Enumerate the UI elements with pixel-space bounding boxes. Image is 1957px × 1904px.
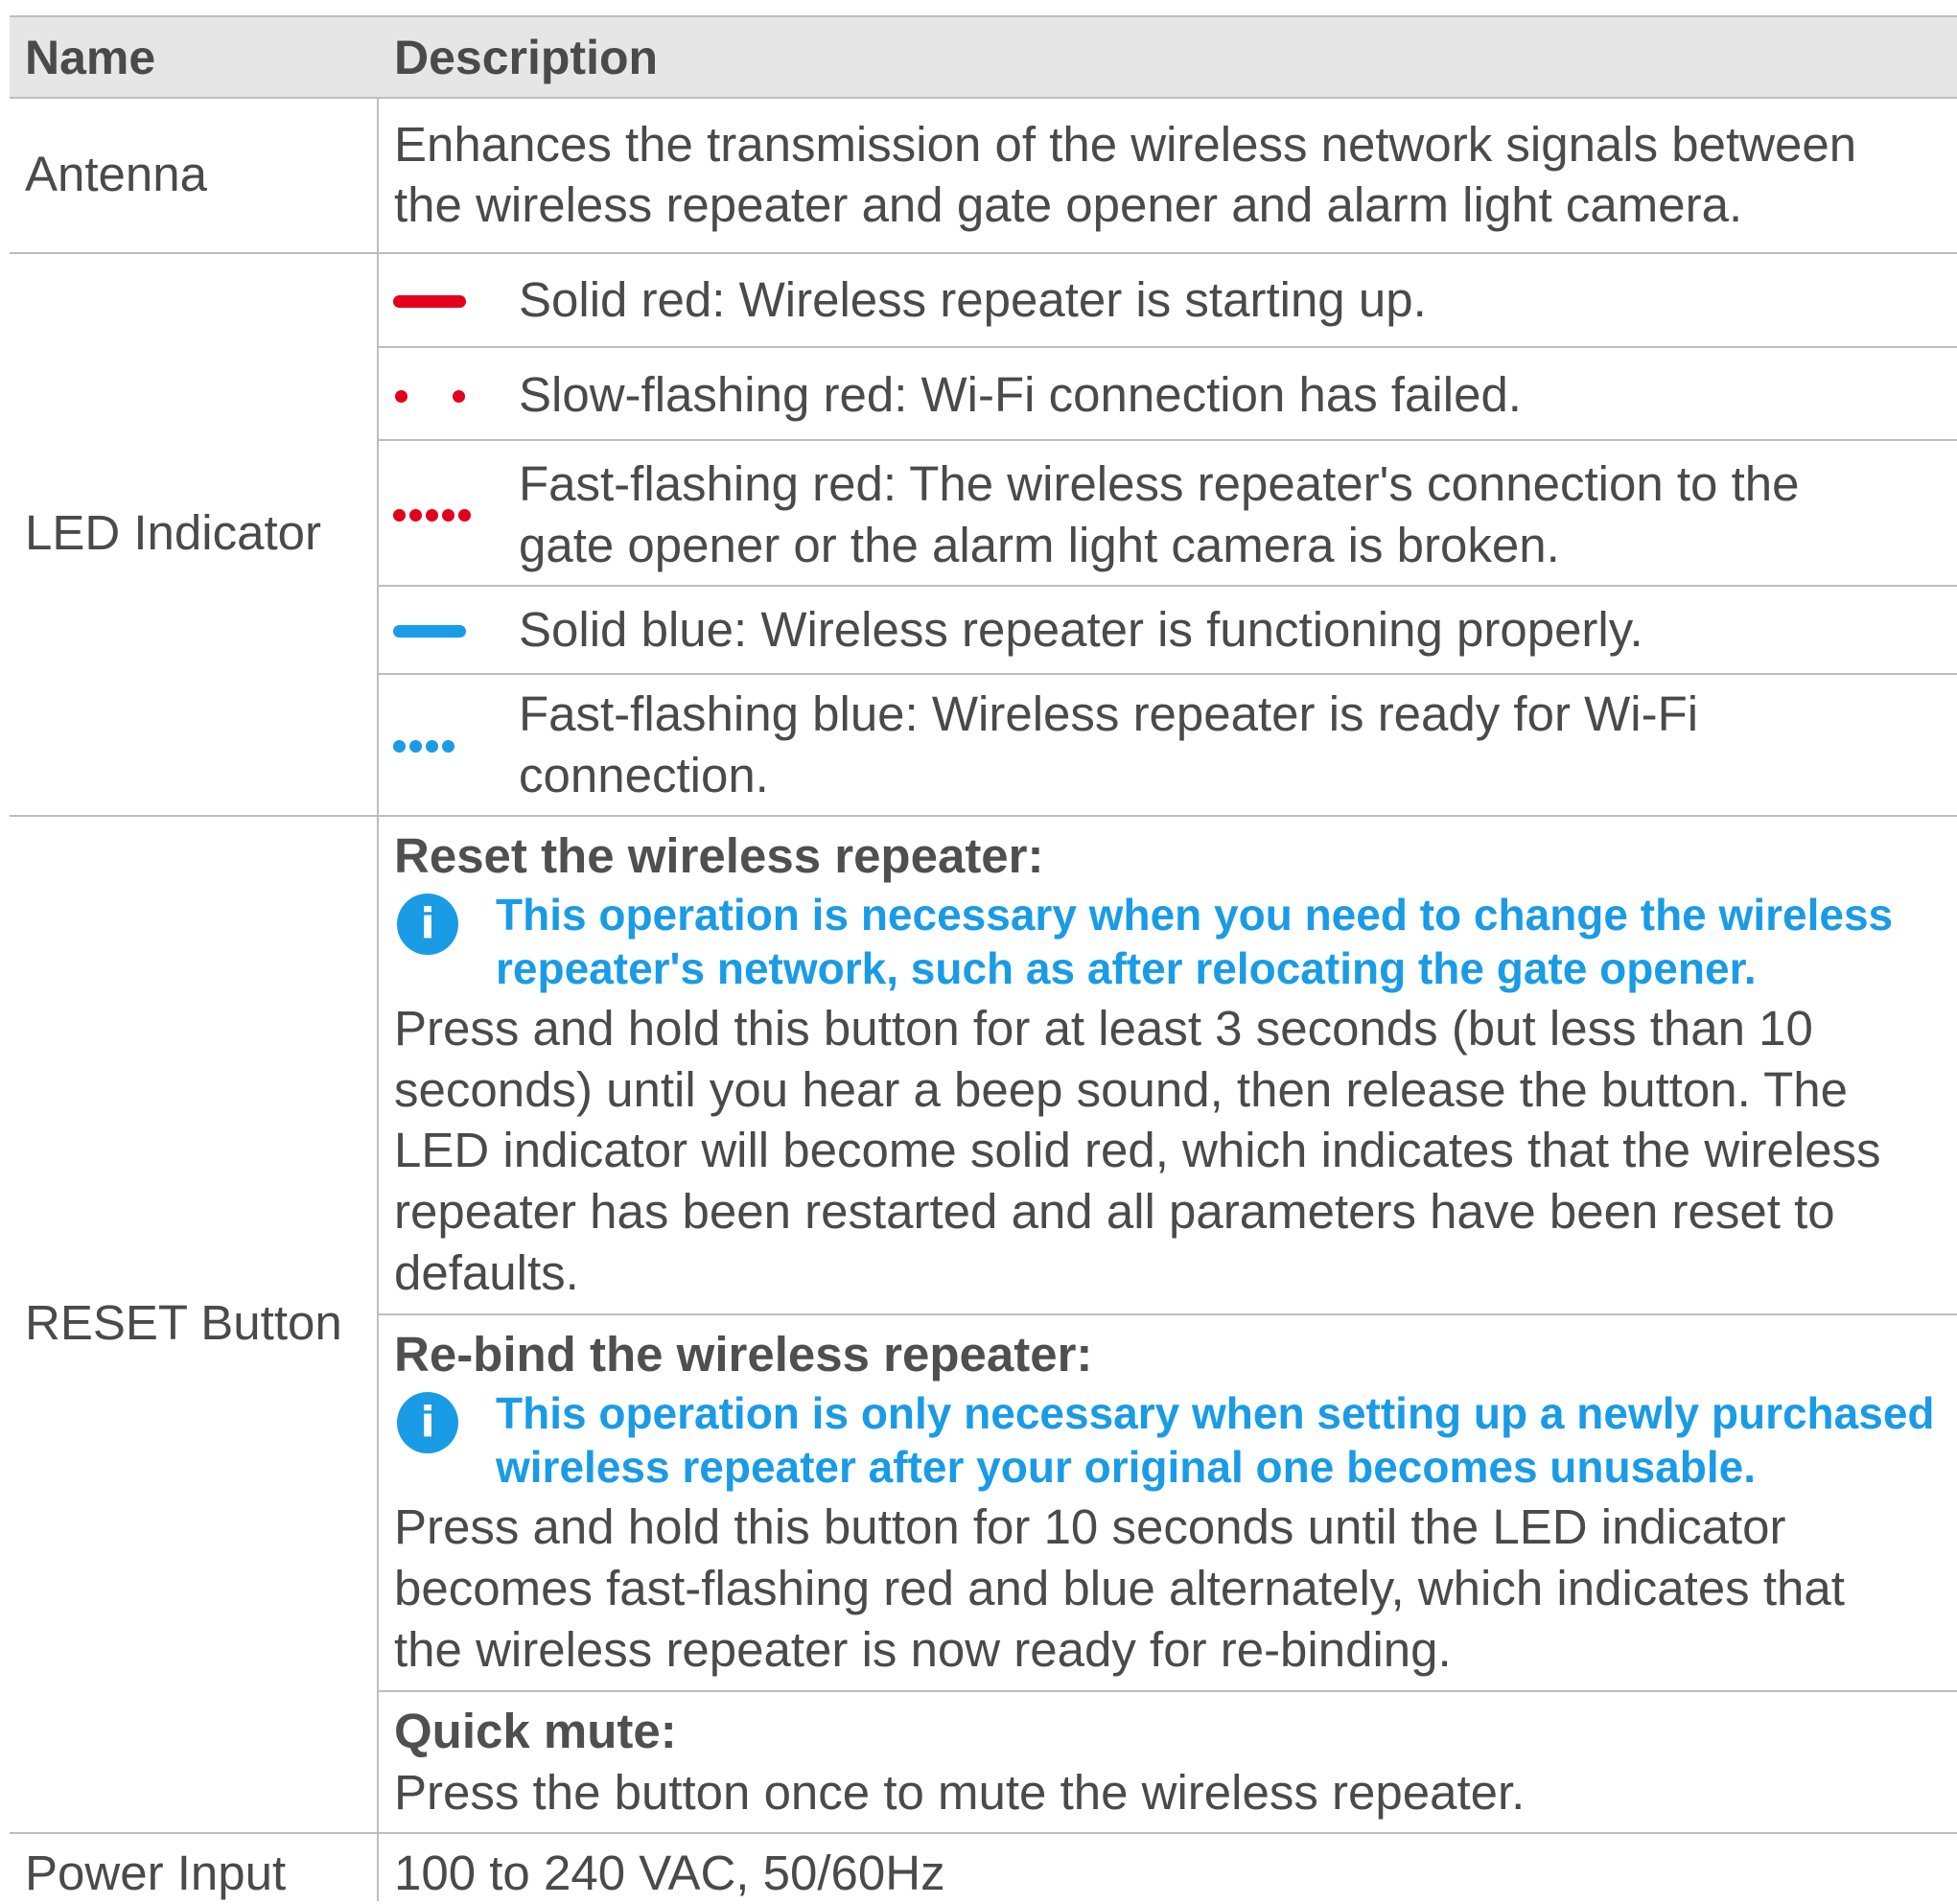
info-icon: i <box>397 894 458 955</box>
table-header <box>10 17 1957 98</box>
header-description: Description <box>394 31 659 84</box>
reset-desc-line2: seconds) until you hear a beep sound, th… <box>394 1062 1848 1117</box>
antenna-desc-line2: the wireless repeater and gate opener an… <box>394 177 1743 232</box>
reset-desc-line4: repeater has been restarted and all para… <box>394 1184 1835 1239</box>
subrow-divider <box>379 439 1957 441</box>
subrow-divider <box>379 1313 1957 1315</box>
led-solid-red-icon <box>393 295 466 308</box>
led-indicator-name: LED Indicator <box>25 505 321 560</box>
table-top-border <box>10 15 1957 17</box>
subrow-divider <box>379 346 1957 348</box>
antenna-name: Antenna <box>25 147 208 201</box>
row-divider <box>10 815 1957 817</box>
rebind-title: Re-bind the wireless repeater: <box>394 1327 1093 1382</box>
led-solid-blue-icon <box>393 625 466 638</box>
power-input-desc: 100 to 240 VAC, 50/60Hz <box>394 1846 945 1900</box>
reset-desc-line5: defaults. <box>394 1245 579 1300</box>
quick-mute-desc: Press the button once to mute the wirele… <box>394 1765 1526 1820</box>
led-solid-blue-text: Solid blue: Wireless repeater is functio… <box>519 602 1643 657</box>
led-fast-flash-red-text-line2: gate opener or the alarm light camera is… <box>519 518 1560 572</box>
led-slow-flash-red-text: Slow-flashing red: Wi-Fi connection has … <box>519 367 1522 422</box>
row-divider <box>10 97 1957 99</box>
subrow-divider <box>379 673 1957 675</box>
reset-note-line1: This operation is necessary when you nee… <box>496 890 1894 940</box>
row-divider <box>10 252 1957 254</box>
header-name: Name <box>25 31 156 84</box>
row-divider <box>10 1832 1957 1834</box>
rebind-note-line1: This operation is only necessary when se… <box>496 1388 1935 1438</box>
reset-button-name: RESET Button <box>25 1295 342 1350</box>
rebind-desc-line1: Press and hold this button for 10 second… <box>394 1499 1786 1554</box>
subrow-divider <box>379 585 1957 587</box>
reset-title: Reset the wireless repeater: <box>394 828 1044 883</box>
reset-desc-line3: LED indicator will become solid red, whi… <box>394 1123 1881 1177</box>
power-input-name: Power Input <box>25 1846 287 1900</box>
led-fast-flash-red-text-line1: Fast-flashing red: The wireless repeater… <box>519 456 1800 511</box>
led-fast-flash-blue-text-line2: connection. <box>519 748 769 802</box>
reset-note-line2: repeater's network, such as after reloca… <box>496 943 1757 993</box>
reset-desc-line1: Press and hold this button for at least … <box>394 1001 1813 1056</box>
info-icon: i <box>397 1392 458 1453</box>
subrow-divider <box>379 1690 1957 1692</box>
column-divider <box>377 97 379 1901</box>
rebind-desc-line2: becomes fast-flashing red and blue alter… <box>394 1561 1845 1615</box>
quick-mute-title: Quick mute: <box>394 1704 677 1758</box>
antenna-desc-line1: Enhances the transmission of the wireles… <box>394 117 1857 172</box>
rebind-desc-line3: the wireless repeater is now ready for r… <box>394 1622 1452 1677</box>
rebind-note-line2: wireless repeater after your original on… <box>496 1442 1757 1492</box>
led-solid-red-text: Solid red: Wireless repeater is starting… <box>519 272 1427 327</box>
led-fast-flash-blue-text-line1: Fast-flashing blue: Wireless repeater is… <box>519 686 1699 741</box>
